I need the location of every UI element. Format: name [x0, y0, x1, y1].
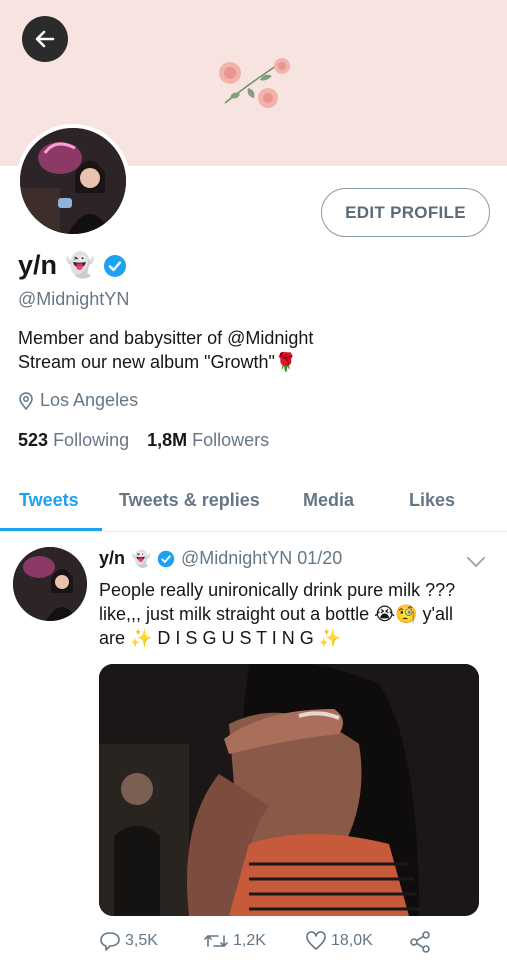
reply-action[interactable]: 3,5K — [99, 931, 158, 951]
avatar-photo — [20, 128, 126, 234]
chevron-down-icon[interactable] — [466, 555, 486, 569]
retweet-action[interactable]: 1,2K — [203, 931, 266, 951]
tweet-line-3: are ✨ D I S G U S T I N G ✨ — [99, 628, 342, 648]
profile-handle: @MidnightYN — [18, 289, 130, 309]
tab-tweets[interactable]: Tweets — [19, 490, 79, 511]
rose-emoji: 🌹 — [274, 352, 298, 372]
like-count: 18,0K — [331, 932, 373, 949]
tweet-ghost-emoji: 👻 — [131, 550, 151, 568]
share-icon — [410, 931, 430, 953]
bio-line-1: Member and babysitter of @Midnight — [18, 328, 314, 348]
location-text: Los Angeles — [40, 390, 139, 410]
roses-illustration — [219, 58, 290, 108]
tab-tweets-replies[interactable]: Tweets & replies — [119, 490, 260, 511]
heart-icon — [306, 931, 326, 950]
retweet-icon — [204, 935, 228, 947]
like-action[interactable]: 18,0K — [305, 931, 373, 951]
reply-icon — [100, 932, 120, 951]
profile-stats: 523 Following 1,8M Followers — [18, 430, 269, 451]
followers-label: Followers — [192, 430, 270, 450]
bio-line-2-wrapper: Stream our new album "Growth"🌹 — [18, 350, 313, 374]
profile-location: Los Angeles — [18, 390, 138, 411]
tweet-item[interactable]: y/n 👻 @MidnightYN 01/20 People really un… — [0, 533, 507, 960]
tab-likes[interactable]: Likes — [409, 490, 455, 511]
following-stat[interactable]: 523 Following — [18, 430, 129, 451]
tweet-header: y/n 👻 @MidnightYN 01/20 — [99, 548, 342, 569]
tweet-handle-date: @MidnightYN 01/20 — [180, 548, 343, 568]
tweet-photo — [99, 664, 479, 916]
profile-display-name: y/n 👻 — [18, 250, 127, 281]
bio-line-2: Stream our new album "Growth" — [18, 352, 275, 372]
tweet-line-1: People really unironically drink pure mi… — [99, 580, 456, 600]
edit-profile-button[interactable]: EDIT PROFILE — [321, 188, 490, 237]
tweet-line-2: like,,, just milk straight out a bottle … — [99, 604, 454, 624]
tweet-avatar-photo — [13, 547, 87, 621]
reply-count: 3,5K — [125, 932, 158, 949]
following-count: 523 — [18, 430, 49, 450]
tweet-avatar[interactable] — [13, 547, 87, 621]
verified-badge-icon — [157, 550, 175, 567]
ghost-emoji: 👻 — [65, 252, 95, 279]
profile-avatar[interactable] — [16, 124, 130, 238]
following-label: Following — [53, 430, 130, 450]
retweet-count: 1,2K — [233, 932, 266, 949]
active-tab-indicator — [0, 528, 102, 531]
share-action[interactable] — [409, 931, 431, 953]
profile-tabs: Tweets Tweets & replies Media Likes — [0, 474, 507, 532]
followers-stat[interactable]: 1,8M Followers — [147, 430, 269, 451]
verified-badge-icon — [103, 254, 126, 277]
tweet-image[interactable] — [99, 664, 479, 916]
followers-count: 1,8M — [147, 430, 188, 450]
arrow-left-icon — [35, 30, 55, 48]
tab-media[interactable]: Media — [303, 490, 354, 511]
back-button[interactable] — [22, 16, 68, 62]
profile-bio: Member and babysitter of @Midnight Strea… — [18, 326, 313, 374]
profile-name-text: y/n — [18, 250, 58, 280]
tweet-author-name[interactable]: y/n — [99, 548, 125, 569]
tweet-text: People really unironically drink pure mi… — [99, 578, 499, 650]
location-pin-icon — [19, 391, 33, 410]
